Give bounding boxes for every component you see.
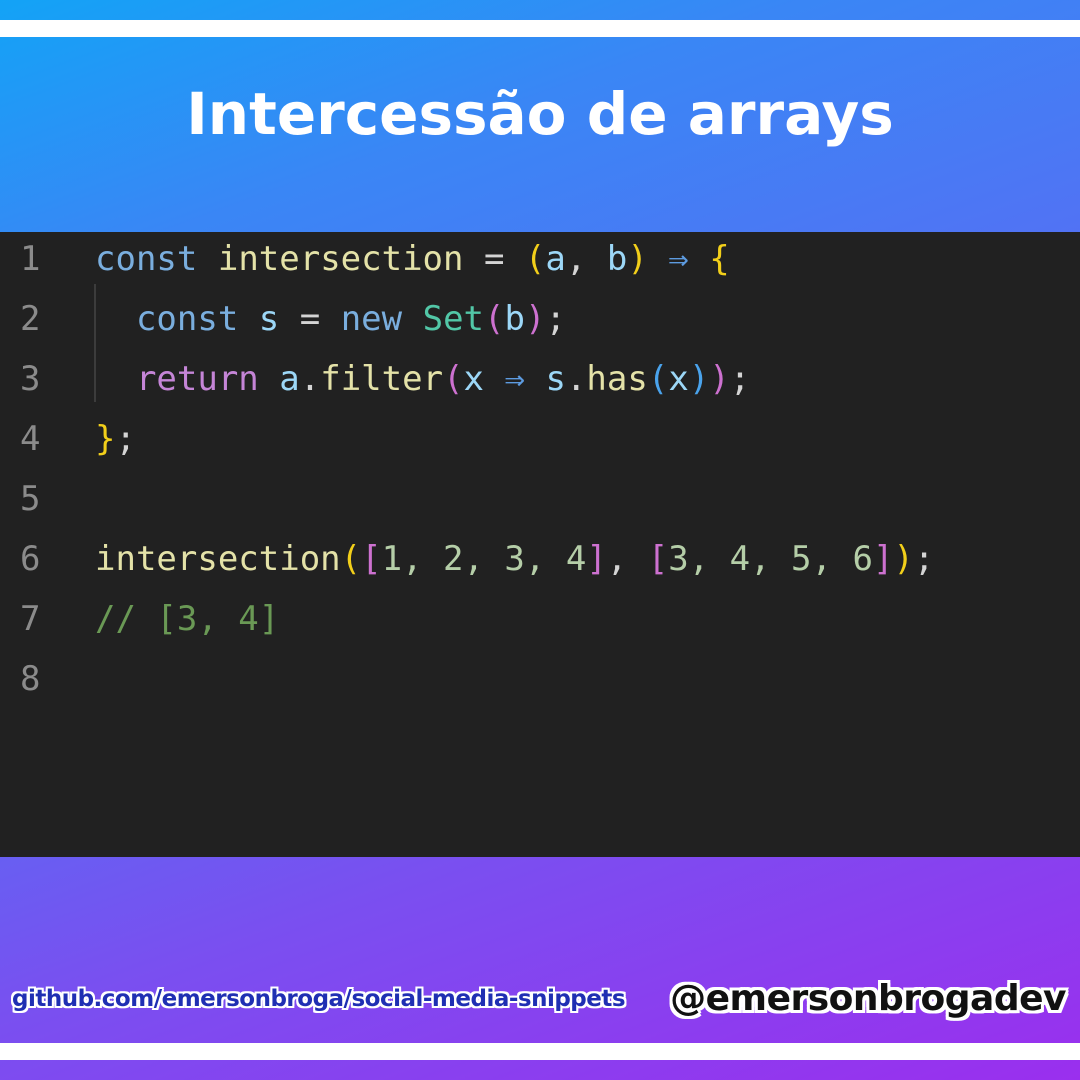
code-text: // [3, 4] <box>95 589 279 649</box>
code-token: a <box>279 359 300 399</box>
code-token: = <box>279 299 341 339</box>
code-token: [ <box>647 539 669 579</box>
code-text: return a.filter(x ⇒ s.has(x)); <box>95 349 750 409</box>
top-white-stripe <box>0 20 1080 37</box>
author-handle: @emersonbrogadev <box>670 978 1066 1019</box>
code-token: ; <box>729 359 751 399</box>
code-token: ; <box>115 419 136 459</box>
line-number: 8 <box>20 659 41 699</box>
code-token: ) <box>525 299 546 339</box>
code-text: const s = new Set(b); <box>95 289 566 349</box>
code-token: intersection <box>95 539 341 579</box>
code-token: const <box>135 299 239 339</box>
code-line: 8 <box>0 649 1080 709</box>
line-number: 2 <box>20 299 41 339</box>
code-line: 3 return a.filter(x ⇒ s.has(x)); <box>0 349 1080 409</box>
code-token: } <box>95 419 116 459</box>
code-token: ) <box>627 239 648 279</box>
code-token: ] <box>586 539 607 579</box>
code-token: ; <box>913 539 935 579</box>
line-number: 5 <box>20 479 41 519</box>
code-token: // [3, 4] <box>95 599 280 639</box>
code-token: . <box>565 359 587 399</box>
code-token: x <box>463 359 485 399</box>
code-line: 2 const s = new Set(b); <box>0 289 1080 349</box>
code-token: , <box>606 539 648 579</box>
line-number: 3 <box>20 359 41 399</box>
code-token: 3, 4, 5, 6 <box>668 539 873 579</box>
code-token: ( <box>443 359 464 399</box>
code-token: s <box>258 299 280 339</box>
code-line: 4}; <box>0 409 1080 469</box>
code-token: b <box>504 299 525 339</box>
line-number: 4 <box>20 419 41 459</box>
line-number: 1 <box>20 239 41 279</box>
code-text: intersection([1, 2, 3, 4], [3, 4, 5, 6])… <box>95 529 934 589</box>
code-token: return <box>135 359 259 399</box>
code-token: new <box>340 299 403 339</box>
code-token: ] <box>872 539 894 579</box>
code-token: Set <box>422 299 485 339</box>
code-token: = <box>463 239 525 279</box>
line-number: 7 <box>20 599 41 639</box>
code-token: x <box>668 359 689 399</box>
bottom-white-stripe <box>0 1043 1080 1060</box>
github-link[interactable]: github.com/emersonbroga/social-media-sni… <box>12 986 626 1012</box>
code-token: b <box>606 239 628 279</box>
code-token: intersection <box>217 239 464 279</box>
code-token: filter <box>320 359 444 399</box>
code-text: const intersection = (a, b) ⇒ { <box>95 229 730 289</box>
code-token: const <box>95 239 198 279</box>
code-line: 5 <box>0 469 1080 529</box>
code-token: ( <box>484 299 505 339</box>
code-line: 6 intersection([1, 2, 3, 4], [3, 4, 5, 6]… <box>0 529 1080 589</box>
code-token: ( <box>340 539 362 579</box>
code-token: . <box>299 359 321 399</box>
code-token: [ <box>361 539 382 579</box>
code-token: ( <box>647 359 669 399</box>
code-line: 7 // [3, 4] <box>0 589 1080 649</box>
code-token: ) <box>709 359 730 399</box>
code-token: ( <box>524 239 546 279</box>
code-token: { <box>709 239 730 279</box>
code-token: ) <box>688 359 710 399</box>
code-token: ) <box>893 539 914 579</box>
code-token: 1, 2, 3, 4 <box>381 539 587 579</box>
code-token: ⇒ <box>484 359 546 399</box>
code-token: , <box>565 239 607 279</box>
code-token: ⇒ <box>647 239 710 279</box>
code-token: s <box>545 359 566 399</box>
code-text: }; <box>95 409 136 469</box>
code-line: 1 const intersection = (a, b) ⇒ { <box>0 229 1080 289</box>
code-token: a <box>545 239 566 279</box>
code-token: ; <box>545 299 566 339</box>
code-editor[interactable]: 1 const intersection = (a, b) ⇒ {2 const … <box>0 232 1080 857</box>
line-number: 6 <box>20 539 41 579</box>
code-token: has <box>586 359 648 399</box>
page-title: Intercessão de arrays <box>186 80 894 148</box>
